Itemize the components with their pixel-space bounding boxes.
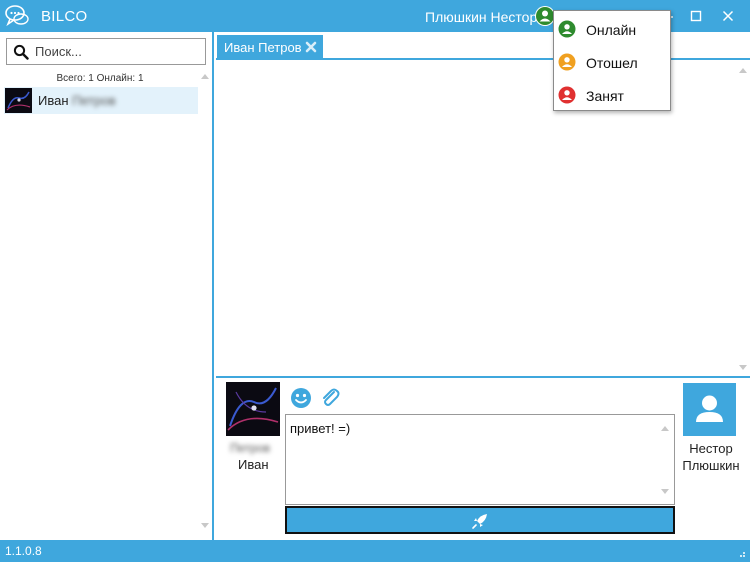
scroll-up-icon[interactable] xyxy=(738,66,748,76)
scroll-down-icon[interactable] xyxy=(738,362,748,372)
search-box[interactable] xyxy=(6,38,206,65)
contact-first-name: Иван xyxy=(38,93,69,108)
search-input[interactable] xyxy=(35,42,200,61)
chat-logo-icon xyxy=(5,5,29,27)
status-menu: Онлайн Отошел Занят xyxy=(553,10,671,111)
status-toggle-icon[interactable] xyxy=(535,6,555,26)
self-last-name: Плюшкин xyxy=(682,458,740,473)
avatar xyxy=(5,88,32,113)
message-box[interactable]: привет! =) xyxy=(285,414,675,505)
status-busy-label: Занят xyxy=(586,88,624,104)
tab-label: Иван Петров xyxy=(224,40,302,55)
self-first-name: Нестор xyxy=(689,441,733,456)
maximize-icon[interactable] xyxy=(686,6,706,26)
scroll-down-icon[interactable] xyxy=(660,486,670,496)
user-circle-icon xyxy=(558,53,576,71)
peer-first-name: Иван xyxy=(238,457,269,472)
contact-list-item[interactable]: Иван Петров xyxy=(4,87,198,114)
status-away-item[interactable]: Отошел xyxy=(554,46,670,78)
peer-avatar xyxy=(226,382,280,436)
divider xyxy=(216,376,750,378)
contacts-summary: Всего: 1 Онлайн: 1 xyxy=(56,73,144,84)
rocket-icon xyxy=(472,514,487,529)
user-circle-icon xyxy=(558,86,576,104)
status-online-label: Онлайн xyxy=(586,22,637,38)
status-online-item[interactable]: Онлайн xyxy=(554,13,670,45)
contacts-sidebar: Всего: 1 Онлайн: 1 Иван Петров xyxy=(0,32,214,540)
status-bar: 1.1.0.8 xyxy=(0,540,750,562)
scroll-up-icon[interactable] xyxy=(660,424,670,434)
smiley-icon[interactable] xyxy=(290,387,312,409)
app-version: 1.1.0.8 xyxy=(5,544,42,558)
message-input[interactable]: привет! =) xyxy=(290,421,650,499)
app-title: BILCO xyxy=(41,8,88,25)
user-circle-icon xyxy=(558,20,576,38)
send-button[interactable] xyxy=(285,506,675,534)
scroll-up-icon[interactable] xyxy=(200,72,210,82)
close-tab-icon[interactable] xyxy=(305,41,317,53)
contact-last-name: Петров xyxy=(72,93,116,108)
status-busy-item[interactable]: Занят xyxy=(554,79,670,111)
status-away-label: Отошел xyxy=(586,55,638,71)
current-user-name: Плюшкин Нестор xyxy=(425,9,538,25)
tab-conversation[interactable]: Иван Петров xyxy=(217,35,323,60)
self-name: Нестор Плюшкин xyxy=(678,440,744,474)
scroll-down-icon[interactable] xyxy=(200,520,210,530)
contact-name: Иван Петров xyxy=(38,93,116,108)
close-window-icon[interactable] xyxy=(718,6,738,26)
self-avatar xyxy=(683,383,736,436)
paperclip-icon[interactable] xyxy=(319,387,341,409)
peer-last-name: Петров xyxy=(230,441,271,455)
search-icon xyxy=(13,44,29,60)
resize-grip-icon[interactable] xyxy=(736,548,746,558)
